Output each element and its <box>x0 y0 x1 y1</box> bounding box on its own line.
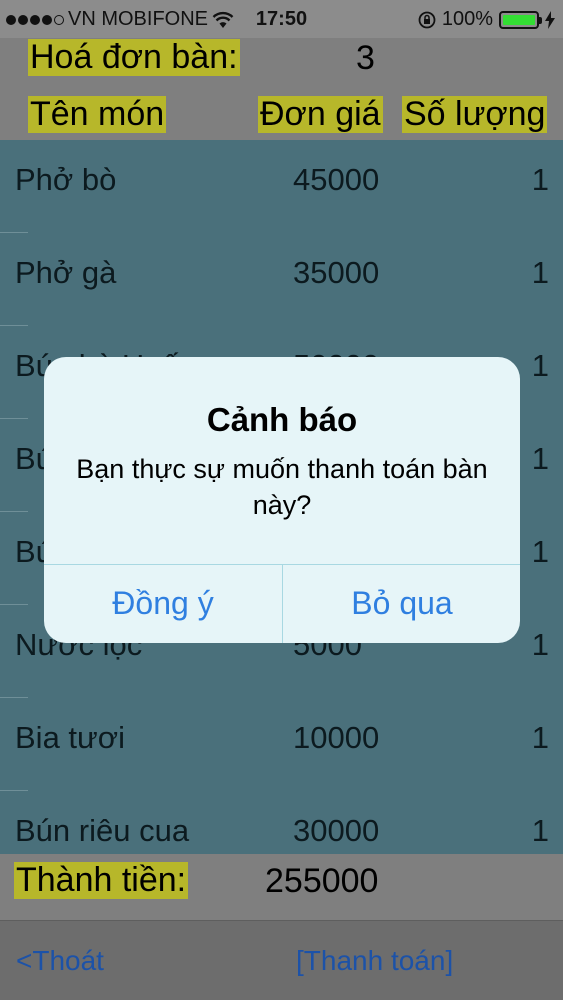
column-header-quantity: Số lượng <box>402 95 548 134</box>
item-name: Bia tươi <box>15 720 125 755</box>
exit-button[interactable]: <Thoát <box>16 945 104 977</box>
status-right: 100% <box>418 8 555 31</box>
list-item[interactable]: Bún riêu cua 30000 1 <box>0 791 563 854</box>
column-header-name: Tên món <box>28 95 167 134</box>
battery-percent: 100% <box>441 8 493 30</box>
total-label: Thành tiền: <box>14 861 189 900</box>
alert-title: Cảnh báo <box>206 401 358 438</box>
list-item[interactable]: Phở bò 45000 1 <box>0 140 563 233</box>
list-item[interactable]: Bia tươi 10000 1 <box>0 698 563 791</box>
item-quantity: 1 <box>531 720 549 755</box>
item-quantity: 1 <box>531 255 549 290</box>
invoice-header: Hoá đơn bàn: 3 Tên món Đơn giá Số lượng <box>0 38 563 140</box>
battery-icon <box>499 10 542 29</box>
alert-confirm-button[interactable]: Đồng ý <box>44 564 282 643</box>
item-quantity: 1 <box>531 813 549 848</box>
item-price: 45000 <box>293 162 380 197</box>
total-value: 255000 <box>265 862 379 900</box>
item-price: 10000 <box>293 720 380 755</box>
confirm-payment-alert: Cảnh báo Bạn thực sự muốn thanh toán bàn… <box>44 357 520 643</box>
item-quantity: 1 <box>531 348 549 383</box>
item-price: 35000 <box>293 255 380 290</box>
item-quantity: 1 <box>531 441 549 476</box>
item-quantity: 1 <box>531 627 549 662</box>
orientation-lock-icon <box>418 11 436 28</box>
status-bar: VN MOBIFONE 17:50 100% <box>0 0 563 38</box>
pay-button[interactable]: [Thanh toán] <box>296 945 453 977</box>
bottom-toolbar: <Thoát [Thanh toán] <box>0 920 563 1000</box>
item-name: Bún riêu cua <box>15 813 190 848</box>
table-number: 3 <box>356 39 375 77</box>
item-quantity: 1 <box>531 534 549 569</box>
alert-message: Bạn thực sự muốn thanh toán bàn này? <box>76 454 488 520</box>
invoice-label: Hoá đơn bàn: <box>28 38 240 77</box>
total-bar: Thành tiền: 255000 <box>0 854 563 920</box>
item-name: Phở bò <box>15 162 117 197</box>
column-header-price: Đơn giá <box>258 95 383 134</box>
item-name: Phở gà <box>15 255 117 290</box>
alert-cancel-button[interactable]: Bỏ qua <box>283 564 520 643</box>
charging-icon <box>545 10 555 29</box>
list-item[interactable]: Phở gà 35000 1 <box>0 233 563 326</box>
item-quantity: 1 <box>531 162 549 197</box>
item-price: 30000 <box>293 813 380 848</box>
